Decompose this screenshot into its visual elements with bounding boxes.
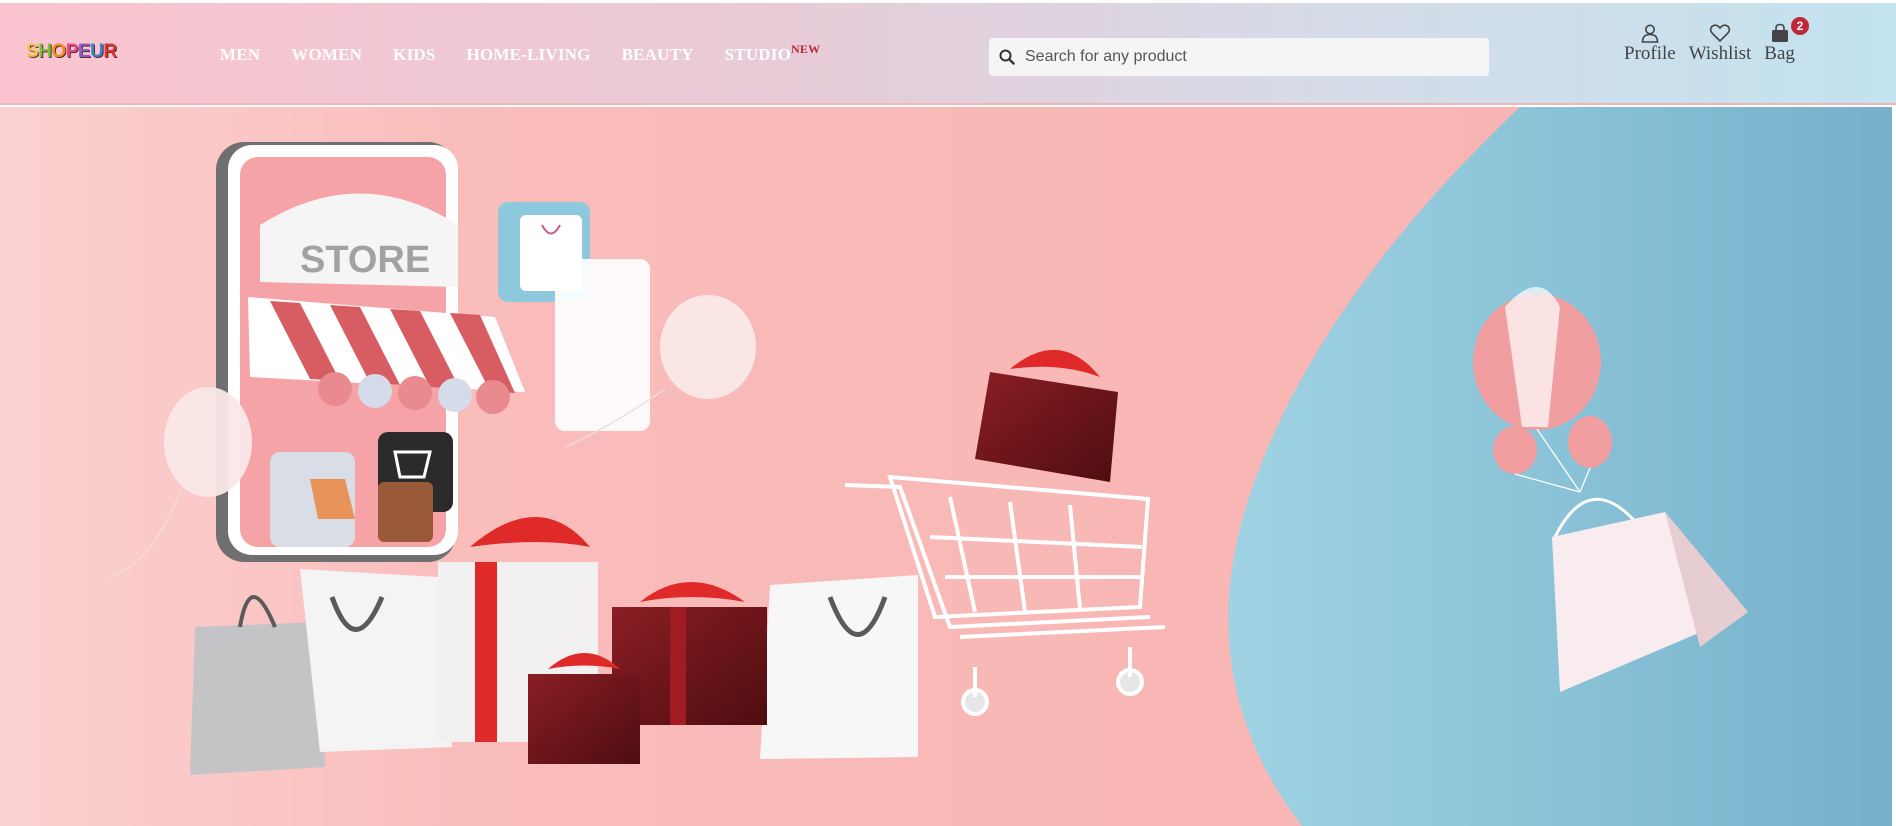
heart-icon — [1709, 24, 1731, 43]
wishlist-button[interactable]: Wishlist — [1688, 23, 1752, 64]
wishlist-label: Wishlist — [1688, 43, 1752, 64]
logo-letter: O — [51, 41, 66, 62]
red-gift-box-cart — [975, 349, 1118, 482]
blue-wave-shape — [1228, 107, 1892, 826]
brand-logo[interactable]: SHOPEUR — [26, 41, 117, 63]
hero-illustration: STORE — [107, 107, 1892, 826]
hero-banner[interactable]: STORE — [0, 107, 1892, 826]
floating-card — [555, 259, 650, 431]
balloon-right — [660, 295, 756, 399]
logo-letter: P — [65, 41, 79, 62]
logo-letter: R — [103, 41, 117, 62]
nav-item-kids[interactable]: KIDS — [393, 45, 435, 65]
main-nav: MEN WOMEN KIDS HOME-LIVING BEAUTY STUDIO… — [220, 42, 851, 65]
nav-item-men[interactable]: MEN — [220, 45, 260, 65]
bag-count-badge: 2 — [1790, 17, 1809, 35]
search-input[interactable] — [1025, 48, 1465, 66]
logo-letter: S — [26, 41, 39, 62]
user-icon — [1641, 24, 1659, 43]
nav-item-beauty[interactable]: BEAUTY — [622, 45, 694, 65]
store-sign-text: STORE — [300, 239, 430, 281]
white-shopping-bag-left — [300, 569, 452, 752]
logo-letter: H — [38, 41, 52, 62]
nav-item-studio-label: STUDIO — [724, 45, 792, 64]
nav-item-women[interactable]: WOMEN — [291, 45, 362, 65]
profile-label: Profile — [1624, 43, 1676, 64]
search-icon — [999, 49, 1015, 65]
bag-button[interactable]: 2 Bag — [1764, 17, 1809, 64]
bag-icon — [1771, 23, 1788, 42]
balloon-left — [164, 387, 252, 497]
grey-shopping-bag — [190, 595, 325, 775]
nav-item-studio[interactable]: STUDIONEW — [724, 42, 821, 65]
new-tag: NEW — [791, 42, 821, 56]
white-shopping-bag-right — [760, 575, 918, 759]
top-header: SHOPEUR MEN WOMEN KIDS HOME-LIVING BEAUT… — [0, 3, 1896, 105]
logo-letter: U — [90, 41, 104, 62]
profile-button[interactable]: Profile — [1624, 23, 1676, 64]
header-actions: Profile Wishlist 2 Bag — [1624, 17, 1809, 64]
page: SHOPEUR MEN WOMEN KIDS HOME-LIVING BEAUT… — [0, 0, 1896, 826]
bag-label: Bag — [1764, 43, 1795, 64]
search-box — [989, 38, 1489, 76]
nav-item-home-living[interactable]: HOME-LIVING — [467, 45, 591, 65]
logo-letter: E — [77, 41, 91, 62]
